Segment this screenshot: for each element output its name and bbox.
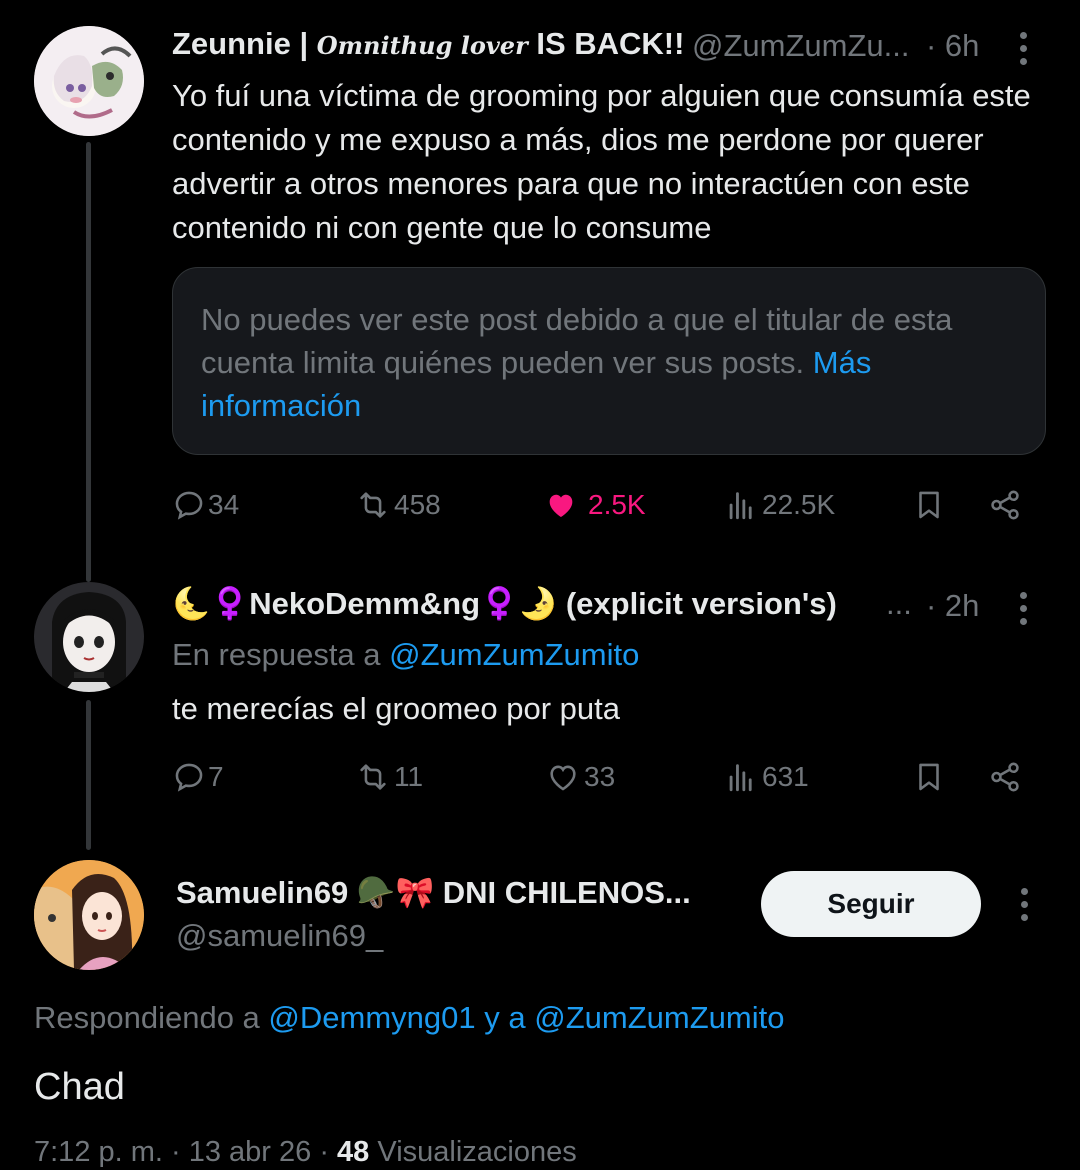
view-count: 631: [762, 761, 809, 792]
thread-line: [86, 142, 91, 582]
avatar[interactable]: [34, 860, 144, 970]
reply-count: 7: [208, 761, 224, 792]
handle[interactable]: @samuelin69_: [176, 917, 383, 955]
like-button[interactable]: 33: [546, 760, 615, 794]
more-icon[interactable]: [1020, 32, 1028, 71]
like-button[interactable]: 2.5K: [544, 488, 646, 522]
share-icon: [991, 762, 1019, 792]
name-ellipsis: ...: [886, 586, 912, 621]
handle[interactable]: @ZumZumZu...: [692, 27, 909, 65]
share-button[interactable]: [988, 488, 1022, 522]
tweet-text: Yo fuí una víctima de grooming por algui…: [172, 78, 1031, 245]
mention-link[interactable]: @ZumZumZumito: [389, 637, 639, 672]
more-icon[interactable]: [1020, 592, 1028, 631]
tweet-meta: 7:12 p. m. · 13 abr 26 · 48 Visualizacio…: [34, 1134, 577, 1170]
repost-icon: [360, 492, 386, 518]
replying-joiner: y a: [475, 1000, 535, 1035]
replying-prefix: En respuesta a: [172, 637, 390, 672]
views-button[interactable]: 22.5K: [724, 488, 835, 522]
restricted-quote-notice: No puedes ver este post debido a que el …: [172, 267, 1046, 455]
like-count: 2.5K: [588, 489, 646, 520]
mention-link-1[interactable]: @Demmyng01: [268, 1000, 475, 1035]
reply-icon: [175, 491, 203, 520]
meta-timestamp[interactable]: 7:12 p. m. · 13 abr 26 ·: [34, 1136, 337, 1168]
display-name[interactable]: Samuelin69 🪖🎀 DNI CHILENOS...: [176, 874, 691, 912]
views-icon: [729, 492, 752, 520]
display-name[interactable]: 🌜♀️NekoDemm&ng♀️🌛 (explicit version's): [172, 585, 837, 623]
reply-count: 34: [208, 489, 240, 520]
replying-to: En respuesta a @ZumZumZumito: [172, 635, 639, 675]
display-name-script: Omnithug lover: [316, 31, 528, 60]
views-icon: [729, 764, 752, 792]
avatar[interactable]: [34, 582, 144, 692]
repost-button[interactable]: 458: [356, 488, 441, 522]
replying-to: Respondiendo a @Demmyng01 y a @ZumZumZum…: [34, 998, 784, 1038]
views-button[interactable]: 631: [724, 760, 809, 794]
heart-icon: [549, 494, 573, 518]
timestamp[interactable]: · 2h: [926, 587, 979, 625]
tweet-text: Chad: [34, 1066, 125, 1108]
bookmark-icon: [919, 763, 939, 791]
repost-count: 11: [394, 761, 424, 792]
share-icon: [991, 490, 1019, 520]
bookmark-icon: [919, 491, 939, 519]
display-name-text-b: IS BACK!!: [527, 26, 685, 61]
heart-icon: [550, 765, 576, 791]
display-name[interactable]: Zeunnie | Omnithug lover IS BACK!!: [172, 25, 684, 65]
view-count: 22.5K: [762, 489, 836, 520]
timestamp[interactable]: · 6h: [926, 27, 979, 65]
repost-icon: [360, 764, 386, 790]
bookmark-button[interactable]: [912, 760, 946, 794]
display-name-text: Zeunnie |: [172, 26, 317, 61]
more-icon[interactable]: [1021, 888, 1029, 927]
bookmark-button[interactable]: [912, 488, 946, 522]
repost-count: 458: [394, 489, 441, 520]
follow-button[interactable]: Seguir: [761, 871, 981, 937]
tweet-text: te merecías el groomeo por puta: [172, 691, 621, 726]
reply-icon: [175, 763, 203, 792]
replying-prefix: Respondiendo a: [34, 1000, 269, 1035]
repost-button[interactable]: 11: [356, 760, 423, 794]
reply-button[interactable]: 34: [172, 488, 239, 522]
thread-line: [86, 700, 91, 850]
share-button[interactable]: [988, 760, 1022, 794]
like-count: 33: [584, 761, 616, 792]
avatar[interactable]: [34, 26, 144, 136]
meta-views-count: 48: [337, 1136, 370, 1168]
meta-views-label: Visualizaciones: [369, 1136, 577, 1168]
mention-link-2[interactable]: @ZumZumZumito: [534, 1000, 784, 1035]
reply-button[interactable]: 7: [172, 760, 224, 794]
